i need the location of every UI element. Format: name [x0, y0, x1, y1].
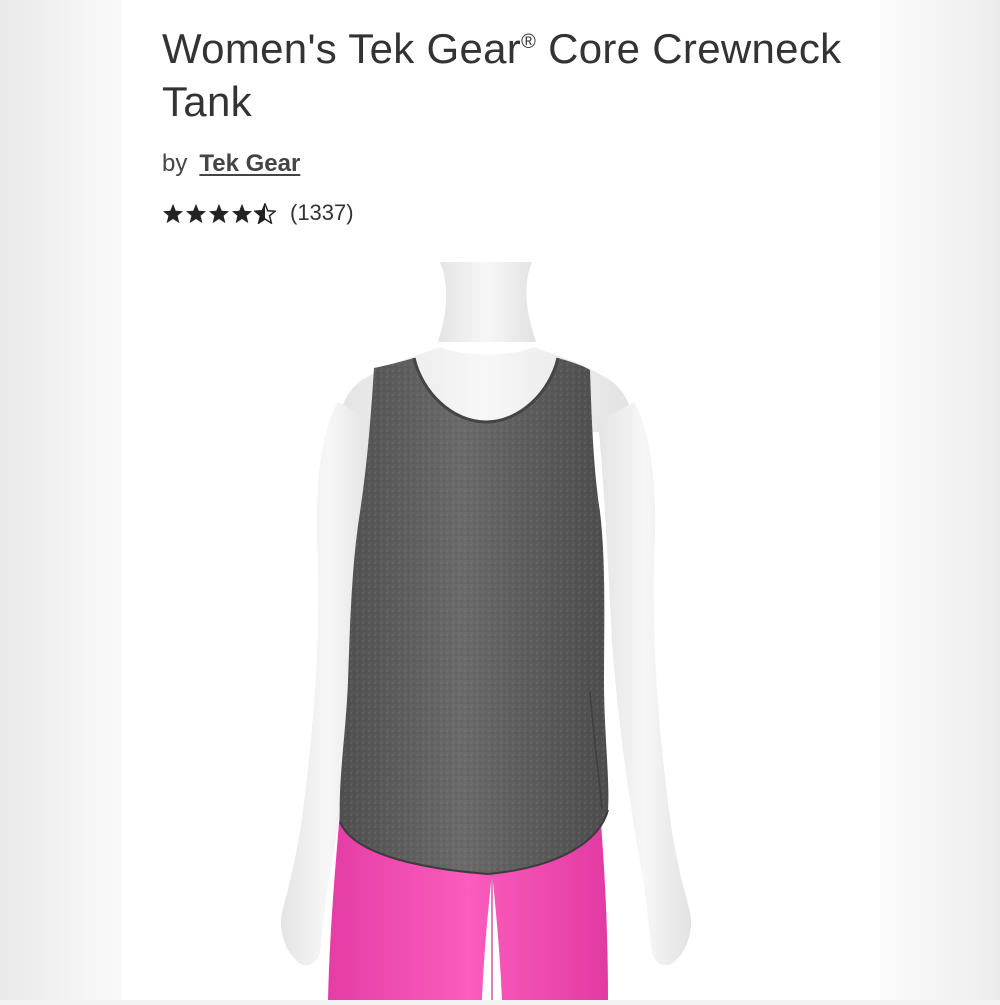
rating-stars — [162, 202, 276, 224]
product-title-main: Women's Tek Gear — [162, 25, 522, 72]
byline: by Tek Gear — [162, 150, 300, 178]
review-count: (1337) — [290, 200, 354, 225]
product-title: Women's Tek Gear® Core Crewneck Tank — [162, 22, 862, 128]
right-background — [880, 0, 1000, 1000]
rating-summary[interactable]: (1337) — [162, 200, 354, 226]
star-icon — [162, 203, 184, 224]
by-label: by — [162, 150, 188, 177]
registered-mark: ® — [521, 31, 537, 53]
star-icon — [208, 203, 230, 224]
star-icon — [231, 203, 253, 224]
product-image[interactable] — [122, 262, 880, 1000]
product-page: Women's Tek Gear® Core Crewneck Tank by T… — [122, 0, 880, 1000]
mannequin-right-arm — [598, 402, 692, 966]
brand-link[interactable]: Tek Gear — [199, 150, 300, 177]
mannequin-neck — [438, 262, 536, 342]
left-background — [0, 0, 122, 1000]
star-icon — [185, 203, 207, 224]
half-star-icon — [254, 202, 276, 224]
